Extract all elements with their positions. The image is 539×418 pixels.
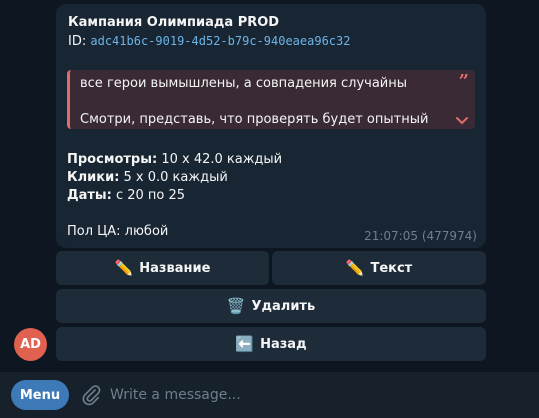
stat-clicks: Клики: 5 x 0.0 каждый (67, 169, 282, 187)
edit-name-label: Название (139, 260, 211, 276)
delete-button[interactable]: 🗑️ Удалить (56, 289, 486, 323)
back-label: Назад (260, 336, 307, 352)
message-composer: Menu (0, 372, 539, 418)
stat-dates: Даты: с 20 по 25 (67, 187, 282, 205)
stat-views-label: Просмотры: (67, 152, 158, 167)
stat-clicks-label: Клики: (67, 170, 120, 185)
stat-dates-value: с 20 по 25 (111, 188, 186, 203)
campaign-title: Кампания Олимпиада PROD (68, 15, 280, 30)
target-audience: Пол ЦА: любой (67, 224, 169, 239)
delete-label: Удалить (251, 298, 316, 314)
avatar[interactable]: AD (14, 328, 47, 361)
campaign-id-label: ID: (68, 34, 87, 49)
message-bubble: Кампания Олимпиада PROD ID: adc41b6c-901… (56, 4, 486, 248)
edit-name-button[interactable]: ✏️ Название (56, 251, 269, 285)
edit-text-label: Текст (370, 260, 413, 276)
back-arrow-icon: ⬅️ (235, 335, 255, 353)
menu-button[interactable]: Menu (11, 380, 69, 410)
paperclip-icon[interactable] (80, 384, 102, 406)
stat-clicks-value: 5 x 0.0 каждый (119, 170, 228, 185)
chevron-down-icon[interactable] (455, 115, 469, 127)
edit-text-button[interactable]: ✏️ Текст (272, 251, 486, 285)
trash-icon: 🗑️ (226, 297, 246, 315)
back-button[interactable]: ⬅️ Назад (56, 327, 486, 361)
campaign-id-line: ID: adc41b6c-9019-4d52-b79c-940eaea96c32 (68, 32, 474, 51)
stat-views: Просмотры: 10 x 42.0 каждый (67, 151, 282, 169)
quote-line-2: Смотри, представь, что проверять будет о… (80, 112, 429, 127)
quote-block[interactable]: все герои вымышлены, а совпадения случай… (67, 70, 475, 129)
campaign-stats: Просмотры: 10 x 42.0 каждый Клики: 5 x 0… (67, 151, 282, 205)
pencil-icon: ✏️ (345, 259, 365, 277)
pencil-icon: ✏️ (114, 259, 134, 277)
stat-dates-label: Даты: (67, 188, 112, 203)
message-timestamp: 21:07:05 (477974) (364, 229, 477, 243)
quote-line-1: все герои вымышлены, а совпадения случай… (80, 76, 408, 91)
campaign-id-value[interactable]: adc41b6c-9019-4d52-b79c-940eaea96c32 (90, 34, 350, 48)
stat-views-value: 10 x 42.0 каждый (157, 152, 283, 167)
quote-icon: ” (458, 71, 469, 92)
message-input[interactable] (110, 382, 530, 408)
